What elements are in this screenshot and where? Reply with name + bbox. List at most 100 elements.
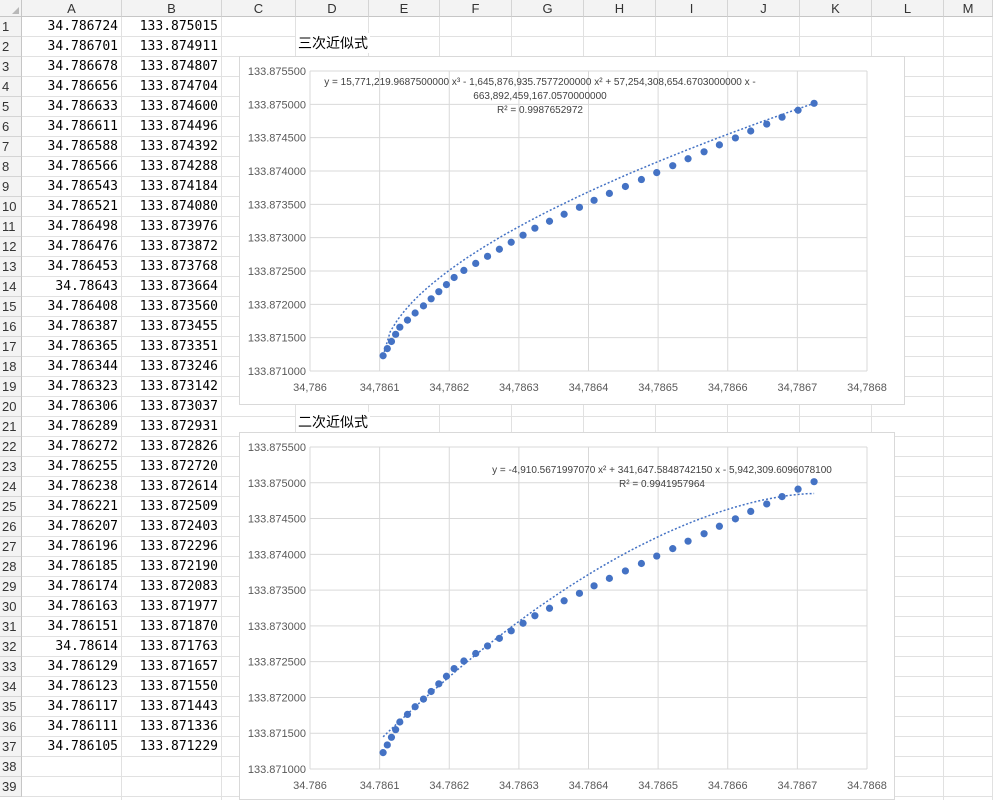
cell-a-5[interactable]: 34.786633: [22, 98, 118, 116]
row-header-16[interactable]: 16: [0, 317, 22, 337]
spreadsheet[interactable]: ABCDEFGHIJKLM 1 2 3 4 5 6 7 8 9 10 11 12 13 14 15 16 17 1…: [0, 0, 993, 800]
row-header-12[interactable]: 12: [0, 237, 22, 257]
cell-b-33[interactable]: 133.871657: [122, 658, 218, 676]
cell-a-19[interactable]: 34.786323: [22, 378, 118, 396]
row-header-4[interactable]: 4: [0, 77, 22, 97]
row-header-7[interactable]: 7: [0, 137, 22, 157]
cell-b-36[interactable]: 133.871336: [122, 718, 218, 736]
cell-b-24[interactable]: 133.872614: [122, 478, 218, 496]
row-header-15[interactable]: 15: [0, 297, 22, 317]
column-header-M[interactable]: M: [944, 0, 993, 17]
cell-a-29[interactable]: 34.786174: [22, 578, 118, 596]
cell-b-17[interactable]: 133.873351: [122, 338, 218, 356]
row-header-13[interactable]: 13: [0, 257, 22, 277]
column-header-I[interactable]: I: [656, 0, 728, 17]
row-header-34[interactable]: 34: [0, 677, 22, 697]
column-header-E[interactable]: E: [369, 0, 440, 17]
row-header-24[interactable]: 24: [0, 477, 22, 497]
cell-b-12[interactable]: 133.873872: [122, 238, 218, 256]
cell-b-21[interactable]: 133.872931: [122, 418, 218, 436]
cell-a-32[interactable]: 34.78614: [22, 638, 118, 656]
row-header-25[interactable]: 25: [0, 497, 22, 517]
row-header-2[interactable]: 2: [0, 37, 22, 57]
row-header-11[interactable]: 11: [0, 217, 22, 237]
row-header-36[interactable]: 36: [0, 717, 22, 737]
row-header-35[interactable]: 35: [0, 697, 22, 717]
cell-b-2[interactable]: 133.874911: [122, 38, 218, 56]
cell-b-7[interactable]: 133.874392: [122, 138, 218, 156]
row-header-37[interactable]: 37: [0, 737, 22, 757]
cell-b-6[interactable]: 133.874496: [122, 118, 218, 136]
cell-a-37[interactable]: 34.786105: [22, 738, 118, 756]
cell-a-8[interactable]: 34.786566: [22, 158, 118, 176]
row-header-3[interactable]: 3: [0, 57, 22, 77]
cell-a-28[interactable]: 34.786185: [22, 558, 118, 576]
cell-b-22[interactable]: 133.872826: [122, 438, 218, 456]
cell-a-10[interactable]: 34.786521: [22, 198, 118, 216]
row-header-32[interactable]: 32: [0, 637, 22, 657]
row-header-26[interactable]: 26: [0, 517, 22, 537]
column-header-H[interactable]: H: [584, 0, 656, 17]
cell-b-23[interactable]: 133.872720: [122, 458, 218, 476]
row-header-9[interactable]: 9: [0, 177, 22, 197]
row-header-38[interactable]: 38: [0, 757, 22, 777]
row-header-14[interactable]: 14: [0, 277, 22, 297]
column-header-F[interactable]: F: [440, 0, 512, 17]
row-header-31[interactable]: 31: [0, 617, 22, 637]
row-header-33[interactable]: 33: [0, 657, 22, 677]
cell-a-21[interactable]: 34.786289: [22, 418, 118, 436]
column-header-L[interactable]: L: [872, 0, 944, 17]
cubic-trend-chart[interactable]: 133.871000 133.871500 133.872000 133.872500…: [239, 56, 905, 405]
cell-b-25[interactable]: 133.872509: [122, 498, 218, 516]
cell-a-27[interactable]: 34.786196: [22, 538, 118, 556]
row-header-28[interactable]: 28: [0, 557, 22, 577]
cell-a-23[interactable]: 34.786255: [22, 458, 118, 476]
cell-b-15[interactable]: 133.873560: [122, 298, 218, 316]
cell-a-22[interactable]: 34.786272: [22, 438, 118, 456]
cell-b-34[interactable]: 133.871550: [122, 678, 218, 696]
row-header-21[interactable]: 21: [0, 417, 22, 437]
cell-b-13[interactable]: 133.873768: [122, 258, 218, 276]
row-header-27[interactable]: 27: [0, 537, 22, 557]
cell-a-11[interactable]: 34.786498: [22, 218, 118, 236]
cell-b-27[interactable]: 133.872296: [122, 538, 218, 556]
cell-b-16[interactable]: 133.873455: [122, 318, 218, 336]
row-header-10[interactable]: 10: [0, 197, 22, 217]
cell-b-18[interactable]: 133.873246: [122, 358, 218, 376]
cell-b-29[interactable]: 133.872083: [122, 578, 218, 596]
cell-b-5[interactable]: 133.874600: [122, 98, 218, 116]
cell-b-26[interactable]: 133.872403: [122, 518, 218, 536]
quadratic-trend-chart[interactable]: 133.871000 133.871500 133.872000 133.872500…: [239, 432, 895, 800]
column-header-K[interactable]: K: [800, 0, 872, 17]
row-header-19[interactable]: 19: [0, 377, 22, 397]
cell-a-14[interactable]: 34.78643: [22, 278, 118, 296]
cell-a-17[interactable]: 34.786365: [22, 338, 118, 356]
row-header-18[interactable]: 18: [0, 357, 22, 377]
cell-b-37[interactable]: 133.871229: [122, 738, 218, 756]
cell-a-2[interactable]: 34.786701: [22, 38, 118, 56]
cell-b-19[interactable]: 133.873142: [122, 378, 218, 396]
cell-b-10[interactable]: 133.874080: [122, 198, 218, 216]
cell-b-32[interactable]: 133.871763: [122, 638, 218, 656]
cell-a-24[interactable]: 34.786238: [22, 478, 118, 496]
row-header-20[interactable]: 20: [0, 397, 22, 417]
row-header-1[interactable]: 1: [0, 17, 22, 37]
row-header-5[interactable]: 5: [0, 97, 22, 117]
cell-a-35[interactable]: 34.786117: [22, 698, 118, 716]
cell-a-6[interactable]: 34.786611: [22, 118, 118, 136]
cell-b-28[interactable]: 133.872190: [122, 558, 218, 576]
cell-a-30[interactable]: 34.786163: [22, 598, 118, 616]
cell-a-34[interactable]: 34.786123: [22, 678, 118, 696]
row-header-30[interactable]: 30: [0, 597, 22, 617]
cell-b-9[interactable]: 133.874184: [122, 178, 218, 196]
column-header-J[interactable]: J: [728, 0, 800, 17]
row-header-23[interactable]: 23: [0, 457, 22, 477]
cell-b-3[interactable]: 133.874807: [122, 58, 218, 76]
column-header-C[interactable]: C: [222, 0, 296, 17]
cell-a-15[interactable]: 34.786408: [22, 298, 118, 316]
cell-b-30[interactable]: 133.871977: [122, 598, 218, 616]
cell-b-31[interactable]: 133.871870: [122, 618, 218, 636]
cell-a-26[interactable]: 34.786207: [22, 518, 118, 536]
column-header-D[interactable]: D: [296, 0, 369, 17]
cell-b-1[interactable]: 133.875015: [122, 18, 218, 36]
